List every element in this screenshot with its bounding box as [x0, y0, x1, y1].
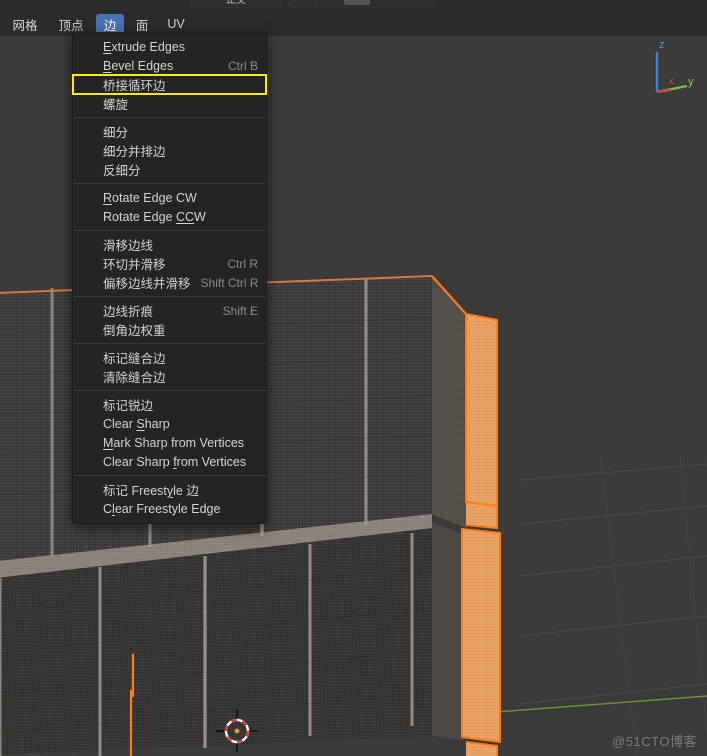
- menu-item-label: 倒角边权重: [103, 324, 166, 338]
- gizmo-y-label: y: [688, 76, 694, 88]
- gizmo-z-label: z: [659, 39, 665, 51]
- menu-uv-label: UV: [167, 17, 185, 31]
- menu-face[interactable]: 面: [128, 14, 156, 34]
- menu-item-label: Clear Sharp from Vertices: [103, 454, 247, 469]
- menu-item-label: 反细分: [103, 164, 141, 178]
- menu-item-mark-sharp[interactable]: 标记锐边: [73, 395, 266, 414]
- menu-item-bevel-weight[interactable]: 倒角边权重: [73, 320, 266, 339]
- watermark: @51CTO博客: [612, 734, 697, 749]
- menu-item-label: Rotate Edge CCW: [103, 209, 206, 224]
- menu-item-label: 标记 Freestyle 边: [103, 484, 199, 498]
- menu-item-label: 细分: [103, 126, 129, 140]
- menu-item-bevel-edges[interactable]: Bevel Edges Ctrl B: [73, 56, 266, 75]
- menu-item-mark-freestyle-edge[interactable]: 标记 Freestyle 边: [73, 480, 266, 499]
- menu-separator: [73, 296, 266, 297]
- menu-item-label: 标记缝合边: [103, 352, 166, 366]
- menu-separator: [73, 390, 266, 391]
- transform-orientation-label: 正交: [226, 0, 246, 6]
- menu-item-edge-crease[interactable]: 边线折痕 Shift E: [73, 301, 266, 320]
- menu-item-mark-sharp-from-vertices[interactable]: Mark Sharp from Vertices: [73, 433, 266, 452]
- menu-item-clear-seam[interactable]: 清除缝合边: [73, 367, 266, 386]
- menu-separator: [73, 475, 266, 476]
- menu-item-label: Bevel Edges: [103, 58, 174, 73]
- viewport-header-toolbar: 正交: [0, 0, 707, 12]
- menu-separator: [73, 183, 266, 184]
- menu-item-label: Mark Sharp from Vertices: [103, 435, 245, 450]
- menu-vertex[interactable]: 顶点: [50, 14, 92, 34]
- menu-item-label: 环切并滑移: [103, 258, 166, 272]
- edge-dropdown-menu[interactable]: Extrude Edges Bevel Edges Ctrl B 桥接循环边螺旋细分细…: [72, 32, 267, 524]
- menu-item-bridge-edge-loops[interactable]: 桥接循环边: [72, 74, 267, 95]
- menu-item-offset-edge-slide[interactable]: 偏移边线并滑移 Shift Ctrl R: [73, 273, 266, 292]
- menu-item-clear-sharp-from-vertices[interactable]: Clear Sharp from Vertices: [73, 452, 266, 471]
- menu-item-label: 滑移边线: [103, 239, 154, 253]
- menu-item-label: 螺旋: [103, 98, 129, 112]
- menu-item-clear-sharp[interactable]: Clear Sharp: [73, 414, 266, 433]
- menu-face-label: 面: [135, 18, 149, 33]
- menu-item-shortcut: Shift E: [222, 303, 258, 318]
- menu-item-mark-seam[interactable]: 标记缝合边: [73, 348, 266, 367]
- axis-gizmo[interactable]: z y x: [645, 39, 701, 102]
- menu-item-label: Clear Freestyle Edge: [103, 501, 221, 516]
- menu-item-label: 标记锐边: [103, 399, 154, 413]
- menu-item-rotate-edge-ccw[interactable]: Rotate Edge CCW: [73, 207, 266, 226]
- menu-uv[interactable]: UV: [160, 14, 192, 34]
- menu-vertex-label: 顶点: [58, 18, 84, 33]
- menu-item-edge-slide[interactable]: 滑移边线: [73, 235, 266, 254]
- menu-item-shortcut: Ctrl B: [228, 58, 258, 73]
- menu-edge[interactable]: 边: [96, 14, 124, 34]
- menu-item-screw[interactable]: 螺旋: [73, 94, 266, 113]
- gizmo-x-label: x: [669, 76, 674, 86]
- menu-mesh[interactable]: 网格: [4, 14, 46, 34]
- menu-item-label: Clear Sharp: [103, 416, 170, 431]
- menu-item-label: 清除缝合边: [103, 371, 166, 385]
- menu-item-label: 边线折痕: [103, 305, 154, 319]
- menu-item-subdivide-edge-ring[interactable]: 细分并排边: [73, 141, 266, 160]
- menu-item-label: 细分并排边: [103, 145, 166, 159]
- selected-edge-loop-pillar: [461, 312, 501, 756]
- menu-item-label: Rotate Edge CW: [103, 190, 197, 205]
- menu-item-subdivide[interactable]: 细分: [73, 122, 266, 141]
- menu-separator: [73, 230, 266, 231]
- proportional-edit-chip[interactable]: [314, 0, 316, 8]
- menu-item-label: Extrude Edges: [103, 39, 186, 54]
- menu-item-clear-freestyle-edge[interactable]: Clear Freestyle Edge: [73, 499, 266, 518]
- menu-item-shortcut: Shift Ctrl R: [200, 275, 259, 290]
- menu-item-loop-cut-and-slide[interactable]: 环切并滑移 Ctrl R: [73, 254, 266, 273]
- menu-item-label: 偏移边线并滑移: [103, 277, 191, 291]
- menu-edge-label: 边: [103, 18, 117, 33]
- menu-separator: [73, 343, 266, 344]
- wall-side-face: [432, 276, 466, 741]
- menu-item-un-subdivide[interactable]: 反细分: [73, 160, 266, 179]
- menu-item-shortcut: Ctrl R: [227, 256, 258, 271]
- menu-item-extrude-edges[interactable]: Extrude Edges: [73, 37, 266, 56]
- menu-item-rotate-edge-cw[interactable]: Rotate Edge CW: [73, 188, 266, 207]
- menu-mesh-label: 网格: [12, 18, 38, 33]
- proportional-falloff-chip[interactable]: [343, 0, 371, 6]
- menu-item-label: 桥接循环边: [103, 79, 166, 93]
- transform-orientation-chip[interactable]: 正交: [190, 0, 282, 8]
- menu-separator: [73, 117, 266, 118]
- overlay-chip[interactable]: [381, 0, 435, 8]
